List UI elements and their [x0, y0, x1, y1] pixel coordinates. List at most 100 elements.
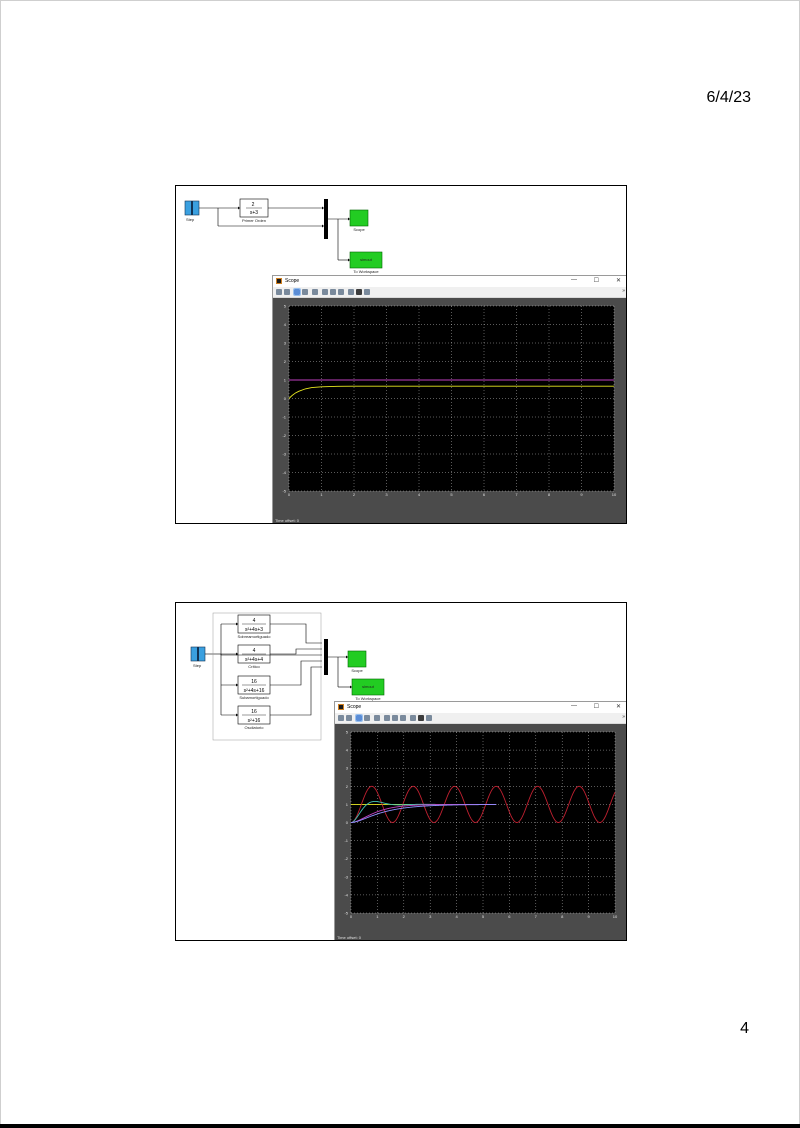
tf2-label: Crítico: [248, 664, 260, 669]
x-tick-label: 0: [288, 492, 291, 497]
toolbar-more-icon[interactable]: »: [622, 288, 625, 294]
scope-window-1: Scope — ☐ ✕ » 0 1 2 3 4 5 6 7 8 9 10 5 4 3 2 1 0 -1 -2 -3 -4…: [272, 275, 626, 523]
x-tick-label: 5: [450, 492, 453, 497]
scope-block[interactable]: [349, 209, 369, 227]
scope-status-bar: Time offset: 0: [273, 517, 626, 523]
tf-denominator: s+3: [250, 210, 258, 216]
scope-toolbar: »: [335, 713, 626, 724]
y-tick-label: 2: [346, 784, 349, 789]
y-tick-label: -5: [282, 489, 286, 494]
y-tick-label: 4: [284, 322, 287, 327]
x-tick-label: 10: [612, 492, 617, 497]
zoom-in-icon[interactable]: [293, 288, 301, 296]
toolbar-more-icon[interactable]: »: [622, 714, 625, 720]
lock-icon[interactable]: [418, 715, 424, 721]
zoom-y-icon[interactable]: [312, 289, 318, 295]
mux-block[interactable]: [324, 199, 328, 239]
x-tick-label: 9: [587, 914, 590, 919]
x-tick-label: 5: [482, 914, 485, 919]
step-block[interactable]: [184, 200, 200, 216]
tf1-numerator: 4: [253, 618, 256, 624]
scope-plot-1: 0 1 2 3 4 5 6 7 8 9 10543210-1-2-3-4-5: [282, 304, 617, 498]
print-icon[interactable]: [276, 289, 282, 295]
y-tick-label: 4: [346, 748, 349, 753]
y-tick-label: -1: [282, 415, 286, 420]
x-tick-label: 7: [515, 492, 518, 497]
x-tick-label: 7: [535, 914, 538, 919]
matlab-scope-icon: [276, 278, 282, 284]
page-date: 6/4/23: [706, 89, 751, 106]
highlight-icon[interactable]: [410, 715, 416, 721]
close-button[interactable]: ✕: [616, 703, 621, 710]
zoom-in-icon[interactable]: [355, 714, 363, 722]
scope-toolbar: »: [273, 287, 626, 298]
y-tick-label: -3: [344, 874, 348, 879]
y-tick-label: 3: [346, 766, 349, 771]
y-tick-label: 0: [346, 820, 349, 825]
restore-axes-icon[interactable]: [338, 289, 344, 295]
settings-icon[interactable]: [346, 715, 352, 721]
x-tick-label: 3: [429, 914, 432, 919]
minimize-button[interactable]: —: [571, 703, 577, 709]
scope-titlebar: Scope — ☐ ✕: [273, 276, 626, 287]
minimize-button[interactable]: —: [571, 277, 577, 283]
mux-block[interactable]: [324, 639, 328, 675]
print-icon[interactable]: [338, 715, 344, 721]
matlab-scope-icon: [338, 704, 344, 710]
x-tick-label: 3: [385, 492, 388, 497]
tf3-denominator: s²+4s+16: [244, 688, 265, 694]
scope-block-label: Scope: [351, 668, 363, 673]
restore-axes-icon[interactable]: [400, 715, 406, 721]
legend-icon[interactable]: [426, 715, 432, 721]
scope-status-bar: Time offset: 0: [335, 934, 626, 940]
scope-title: Scope: [285, 278, 300, 284]
autoscale-icon[interactable]: [384, 715, 390, 721]
y-tick-label: -3: [282, 452, 286, 457]
x-tick-label: 8: [561, 914, 564, 919]
y-tick-label: 1: [346, 802, 349, 807]
page-bottom-bar: [0, 1124, 800, 1128]
x-tick-label: 9: [580, 492, 583, 497]
tf4-denominator: s²+16: [248, 718, 261, 724]
tf-numerator: 2: [252, 202, 255, 208]
lock-icon[interactable]: [356, 289, 362, 295]
autoscale-icon[interactable]: [322, 289, 328, 295]
x-tick-label: 6: [483, 492, 486, 497]
y-tick-label: -4: [282, 470, 286, 475]
zoom-y-icon[interactable]: [374, 715, 380, 721]
y-tick-label: 2: [284, 359, 287, 364]
highlight-icon[interactable]: [348, 289, 354, 295]
tf1-label: Sobreamortiguado: [238, 634, 272, 639]
save-axes-icon[interactable]: [392, 715, 398, 721]
step-block[interactable]: [190, 646, 206, 662]
scope-window-2: Scope — ☐ ✕ » 0 1 2 3 4 5 6 7 8 9 10 5 4 3 2 1 0 -1 -2 -3 -4…: [334, 701, 626, 940]
scope-plot-area: 0 1 2 3 4 5 6 7 8 9 10 5 4 3 2 1 0 -1 -2 -3 -4 -5: [335, 724, 626, 935]
y-tick-label: -5: [344, 911, 348, 916]
maximize-button[interactable]: ☐: [594, 277, 599, 284]
x-tick-label: 0: [350, 914, 353, 919]
tf-label: Primer Orden: [242, 218, 266, 223]
legend-icon[interactable]: [364, 289, 370, 295]
save-axes-icon[interactable]: [330, 289, 336, 295]
workspace-label: To Workspace: [353, 269, 379, 274]
y-tick-label: 3: [284, 341, 287, 346]
x-tick-label: 4: [455, 914, 458, 919]
zoom-x-icon[interactable]: [364, 715, 370, 721]
x-tick-label: 8: [548, 492, 551, 497]
x-tick-label: 1: [376, 914, 379, 919]
x-tick-label: 2: [353, 492, 356, 497]
y-tick-label: 5: [346, 730, 349, 735]
x-tick-label: 4: [418, 492, 421, 497]
close-button[interactable]: ✕: [616, 277, 621, 284]
page-number: 4: [740, 1020, 749, 1037]
zoom-x-icon[interactable]: [302, 289, 308, 295]
tf3-label: Subamortiguado: [239, 695, 269, 700]
settings-icon[interactable]: [284, 289, 290, 295]
scope-block-label: Scope: [353, 227, 365, 232]
scope-block[interactable]: [347, 650, 367, 668]
workspace-text: simout: [362, 684, 375, 689]
tf2-numerator: 4: [253, 648, 256, 654]
y-tick-label: 1: [284, 378, 287, 383]
maximize-button[interactable]: ☐: [594, 703, 599, 710]
y-tick-label: 0: [284, 396, 287, 401]
